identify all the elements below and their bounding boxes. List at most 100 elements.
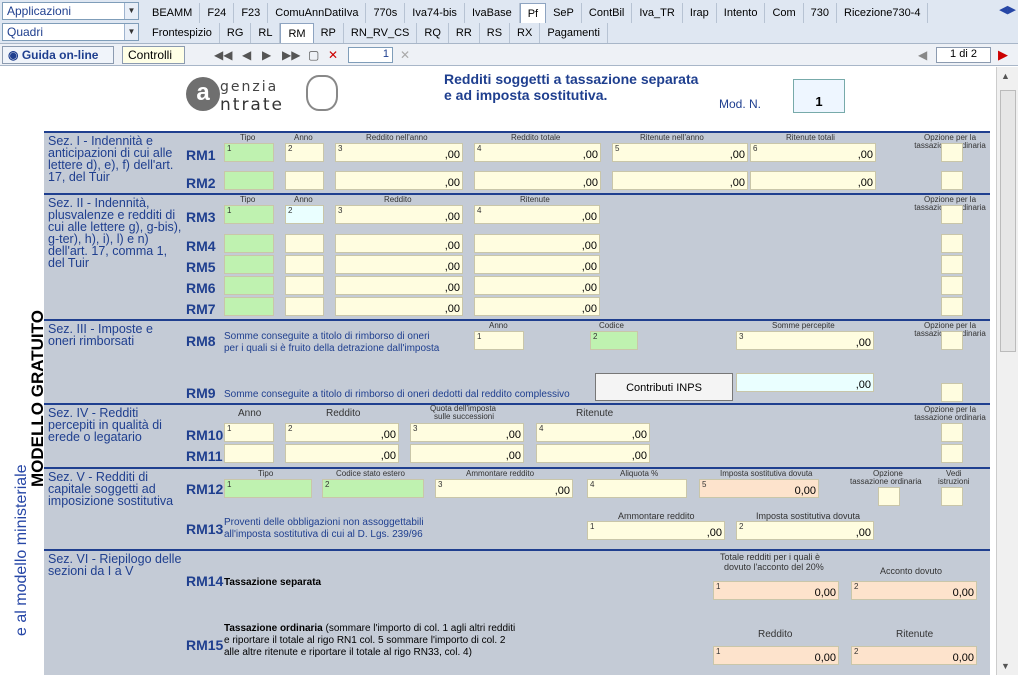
rm12-imposta[interactable]: 5 0,00 [699,479,819,498]
rm1-opzione[interactable] [941,143,963,162]
quadro-tab-rp[interactable]: RP [314,23,344,43]
rm6-anno[interactable] [285,276,324,295]
app-tab-beamm[interactable]: BEAMM [145,3,201,23]
app-tab-comuanndatiiva[interactable]: ComuAnnDatiIva [268,3,367,23]
rm6-reddito[interactable]: ,00 [335,276,463,295]
quadro-tab-rn-rv-cs[interactable]: RN_RV_CS [344,23,418,43]
rm15-reddito[interactable]: 1 0,00 [713,646,839,665]
next-page-icon[interactable]: ▶ [998,47,1008,63]
rm11-reddito[interactable]: ,00 [285,444,399,463]
controlli-button[interactable]: Controlli [122,46,185,64]
app-tab-770s[interactable]: 770s [366,3,406,23]
app-tab-f23[interactable]: F23 [234,3,269,23]
rm4-tipo[interactable] [224,234,274,253]
rm2-anno[interactable] [285,171,324,190]
rm8-codice[interactable]: 2 [590,331,638,350]
app-tab-730[interactable]: 730 [804,3,838,23]
rm4-ritenute[interactable]: ,00 [474,234,600,253]
rm2-reddito-anno[interactable]: ,00 [335,171,463,190]
rm10-ritenute[interactable]: 4,00 [536,423,650,442]
rm3-opzione[interactable] [941,205,963,224]
quadro-tab-rm[interactable]: RM [280,23,314,43]
rm4-reddito[interactable]: ,00 [335,234,463,253]
rm14-totale-redditi[interactable]: 1 0,00 [713,581,839,600]
quadro-tab-rg[interactable]: RG [220,23,252,43]
rm11-opzione[interactable] [941,444,963,463]
rm12-codice-stato[interactable]: 2 [322,479,424,498]
rm7-anno[interactable] [285,297,324,316]
vertical-scrollbar[interactable]: ▲ ▼ [996,67,1018,675]
rm11-quota-imposta[interactable]: ,00 [410,444,524,463]
rm9-opzione[interactable] [941,383,963,402]
rm7-opzione[interactable] [941,297,963,316]
rm7-ritenute[interactable]: ,00 [474,297,600,316]
rm2-opzione[interactable] [941,171,963,190]
rm5-opzione[interactable] [941,255,963,274]
rm1-reddito-totale[interactable]: 4,00 [474,143,601,162]
rm8-somme[interactable]: 3,00 [736,331,874,350]
cancel-icon[interactable]: ✕ [400,48,410,62]
chevron-down-icon[interactable]: ▼ [124,3,138,19]
rm12-aliquota[interactable]: 4 [587,479,687,498]
chevron-down-icon[interactable]: ▼ [124,24,138,40]
rm11-anno[interactable] [224,444,274,463]
rm3-ritenute[interactable]: 4,00 [474,205,600,224]
first-record-icon[interactable]: ◀◀ [214,48,232,62]
app-tab-iva74-bis[interactable]: Iva74-bis [405,3,465,23]
quadri-combo[interactable]: Quadri ▼ [2,23,139,41]
rm12-ammontare[interactable]: 3,00 [435,479,573,498]
rm8-opzione[interactable] [941,331,963,350]
app-tab-sep[interactable]: SeP [546,3,582,23]
app-tab-ivabase[interactable]: IvaBase [465,3,520,23]
mod-n-field[interactable]: 1 [793,79,845,113]
rm14-acconto[interactable]: 2 0,00 [851,581,977,600]
rm1-ritenute-totali[interactable]: 6,00 [750,143,876,162]
rm13-imposta[interactable]: 2,00 [736,521,874,540]
app-tab-pf[interactable]: Pf [519,3,547,23]
rm10-quota-imposta[interactable]: 3,00 [410,423,524,442]
rm12-opzione[interactable] [878,487,900,506]
rm12-vedi[interactable] [941,487,963,506]
rm10-anno[interactable]: 1 [224,423,274,442]
new-record-icon[interactable]: ▢ [308,48,319,62]
app-tab-com[interactable]: Com [765,3,804,23]
previous-page-icon[interactable]: ◀ [918,48,927,62]
quadro-tab-frontespizio[interactable]: Frontespizio [145,23,220,43]
record-number-input[interactable]: 1 [348,47,393,63]
app-tab-f24[interactable]: F24 [200,3,235,23]
delete-record-icon[interactable]: ✕ [328,48,338,62]
rm5-reddito[interactable]: ,00 [335,255,463,274]
rm4-opzione[interactable] [941,234,963,253]
quadro-tab-pagamenti[interactable]: Pagamenti [540,23,608,43]
rm2-ritenute-totali[interactable]: ,00 [750,171,876,190]
rm7-reddito[interactable]: ,00 [335,297,463,316]
rm13-ammontare[interactable]: 1,00 [587,521,725,540]
rm10-opzione[interactable] [941,423,963,442]
tab-scroll-arrows[interactable]: ◀▶ [999,3,1016,16]
rm6-tipo[interactable] [224,276,274,295]
rm5-tipo[interactable] [224,255,274,274]
app-tab-irap[interactable]: Irap [683,3,717,23]
rm3-anno[interactable]: 2 [285,205,324,224]
rm6-opzione[interactable] [941,276,963,295]
rm2-reddito-totale[interactable]: ,00 [474,171,601,190]
rm15-ritenute[interactable]: 2 0,00 [851,646,977,665]
quadro-tab-rx[interactable]: RX [510,23,541,43]
rm1-anno[interactable]: 2 [285,143,324,162]
rm1-tipo[interactable]: 1 [224,143,274,162]
quadro-tab-rq[interactable]: RQ [417,23,449,43]
rm3-reddito[interactable]: 3,00 [335,205,463,224]
rm5-ritenute[interactable]: ,00 [474,255,600,274]
quadro-tab-rr[interactable]: RR [449,23,480,43]
guida-online-button[interactable]: ◉ Guida on-line [2,46,114,64]
rm2-tipo[interactable] [224,171,274,190]
modello-ministeriale-link[interactable]: e al modello ministeriale [13,464,31,636]
contributi-inps-button[interactable]: Contributi INPS [595,373,733,401]
rm12-tipo[interactable]: 1 [224,479,312,498]
scrollbar-thumb[interactable] [1000,90,1016,352]
rm1-ritenute-anno[interactable]: 5,00 [612,143,748,162]
applicazioni-combo[interactable]: Applicazioni ▼ [2,2,139,20]
rm3-tipo[interactable]: 1 [224,205,274,224]
rm1-reddito-anno[interactable]: 3,00 [335,143,463,162]
app-tab-intento[interactable]: Intento [717,3,766,23]
